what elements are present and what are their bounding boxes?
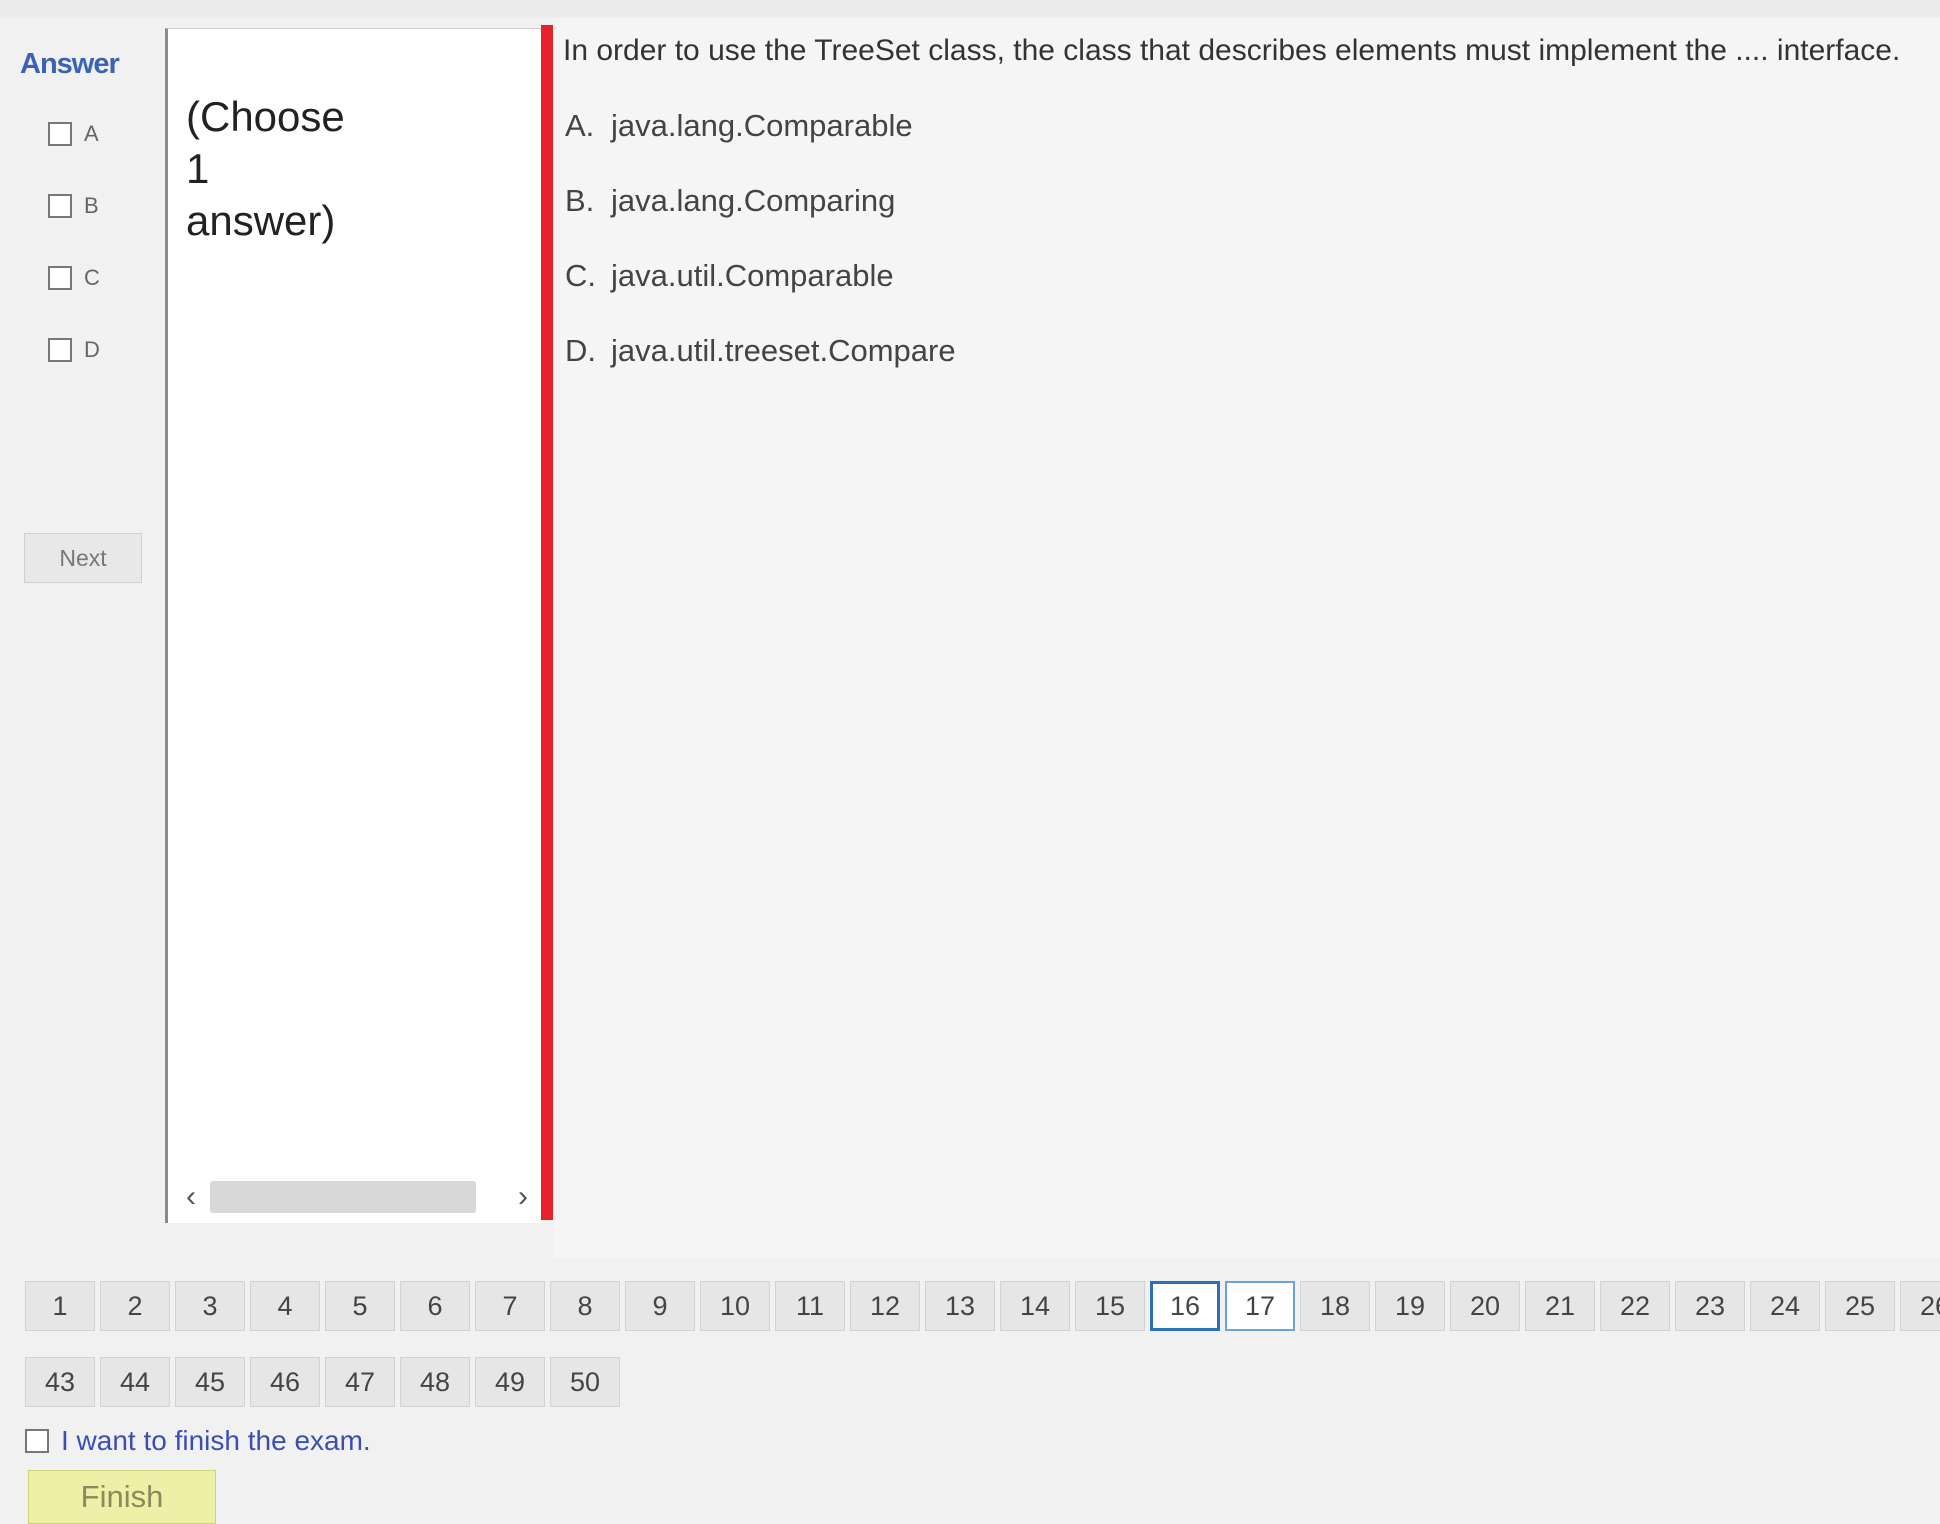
choose-line-1: (Choose [186, 93, 345, 140]
question-option-a: A. java.lang.Comparable [565, 108, 913, 144]
question-nav-button[interactable]: 26 [1900, 1281, 1940, 1331]
answer-option-d[interactable]: D [48, 337, 100, 363]
question-nav-button[interactable]: 10 [700, 1281, 770, 1331]
answer-checkbox-d[interactable] [48, 338, 72, 362]
question-nav-button[interactable]: 24 [1750, 1281, 1820, 1331]
answer-letter-b: B [84, 193, 99, 218]
question-nav-button[interactable]: 44 [100, 1357, 170, 1407]
answer-checkbox-a[interactable] [48, 122, 72, 146]
option-letter: D. [565, 333, 596, 368]
horizontal-scrollbar[interactable]: ‹ › [178, 1179, 536, 1215]
choose-line-3: answer) [186, 197, 336, 244]
question-nav-button[interactable]: 11 [775, 1281, 845, 1331]
question-nav-button[interactable]: 46 [250, 1357, 320, 1407]
question-nav-button[interactable]: 21 [1525, 1281, 1595, 1331]
option-text: java.util.Comparable [611, 258, 894, 293]
question-nav-row-2: 43 44 45 46 47 48 49 50 [25, 1357, 625, 1407]
option-text: java.util.treeset.Compare [611, 333, 956, 368]
question-nav-button[interactable]: 17 [1225, 1281, 1295, 1331]
question-nav-button[interactable]: 49 [475, 1357, 545, 1407]
finish-confirm[interactable]: I want to finish the exam. [25, 1425, 371, 1457]
instruction-panel: (Choose 1 answer) ‹ › [165, 28, 543, 1223]
option-letter: A. [565, 108, 595, 143]
answer-option-a[interactable]: A [48, 121, 99, 147]
question-nav-button[interactable]: 1 [25, 1281, 95, 1331]
question-nav-button[interactable]: 6 [400, 1281, 470, 1331]
answer-panel: Answer A B C D Next [0, 18, 170, 1258]
question-nav-button[interactable]: 45 [175, 1357, 245, 1407]
question-nav-button[interactable]: 47 [325, 1357, 395, 1407]
finish-checkbox[interactable] [25, 1429, 49, 1453]
finish-checkbox-label: I want to finish the exam. [61, 1425, 371, 1456]
option-text: java.lang.Comparable [611, 108, 913, 143]
question-nav-button[interactable]: 50 [550, 1357, 620, 1407]
question-text: In order to use the TreeSet class, the c… [563, 34, 1901, 67]
choose-line-2: 1 [186, 145, 210, 192]
option-letter: C. [565, 258, 596, 293]
question-divider-bar [541, 25, 553, 1220]
question-nav-button[interactable]: 3 [175, 1281, 245, 1331]
question-nav-button[interactable]: 18 [1300, 1281, 1370, 1331]
question-option-b: B. java.lang.Comparing [565, 183, 895, 219]
question-nav-button[interactable]: 43 [25, 1357, 95, 1407]
question-nav-button[interactable]: 22 [1600, 1281, 1670, 1331]
question-nav-button[interactable]: 7 [475, 1281, 545, 1331]
question-nav-button[interactable]: 20 [1450, 1281, 1520, 1331]
question-nav-button[interactable]: 8 [550, 1281, 620, 1331]
question-nav-button[interactable]: 4 [250, 1281, 320, 1331]
answer-checkbox-b[interactable] [48, 194, 72, 218]
question-nav-button[interactable]: 48 [400, 1357, 470, 1407]
answer-option-c[interactable]: C [48, 265, 100, 291]
question-nav-button[interactable]: 12 [850, 1281, 920, 1331]
question-option-d: D. java.util.treeset.Compare [565, 333, 956, 369]
question-nav-button[interactable]: 2 [100, 1281, 170, 1331]
question-nav-button[interactable]: 16 [1150, 1281, 1220, 1331]
question-nav-button[interactable]: 23 [1675, 1281, 1745, 1331]
question-nav-button[interactable]: 5 [325, 1281, 395, 1331]
question-option-c: C. java.util.Comparable [565, 258, 894, 294]
question-nav-row-1: 1 2 3 4 5 6 7 8 9 10 11 12 13 14 15 16 17 18 19 20 21 22 23 24 2… [25, 1281, 1940, 1331]
answer-option-b[interactable]: B [48, 193, 99, 219]
finish-button[interactable]: Finish [28, 1470, 216, 1524]
answer-letter-c: C [84, 265, 100, 290]
question-nav-button[interactable]: 13 [925, 1281, 995, 1331]
scroll-thumb[interactable] [210, 1181, 476, 1213]
question-nav-button[interactable]: 14 [1000, 1281, 1070, 1331]
question-panel: In order to use the TreeSet class, the c… [553, 18, 1940, 1258]
scroll-left-icon[interactable]: ‹ [178, 1180, 204, 1214]
question-nav-button[interactable]: 25 [1825, 1281, 1895, 1331]
top-strip [0, 0, 1940, 18]
question-nav-button[interactable]: 15 [1075, 1281, 1145, 1331]
question-nav-button[interactable]: 19 [1375, 1281, 1445, 1331]
scroll-right-icon[interactable]: › [510, 1180, 536, 1214]
question-nav-button[interactable]: 9 [625, 1281, 695, 1331]
answer-title: Answer [20, 48, 120, 80]
next-button[interactable]: Next [24, 533, 142, 583]
option-letter: B. [565, 183, 595, 218]
option-text: java.lang.Comparing [611, 183, 896, 218]
answer-checkbox-c[interactable] [48, 266, 72, 290]
answer-letter-d: D [84, 337, 100, 362]
choose-instruction: (Choose 1 answer) [186, 91, 386, 247]
answer-letter-a: A [84, 121, 99, 146]
